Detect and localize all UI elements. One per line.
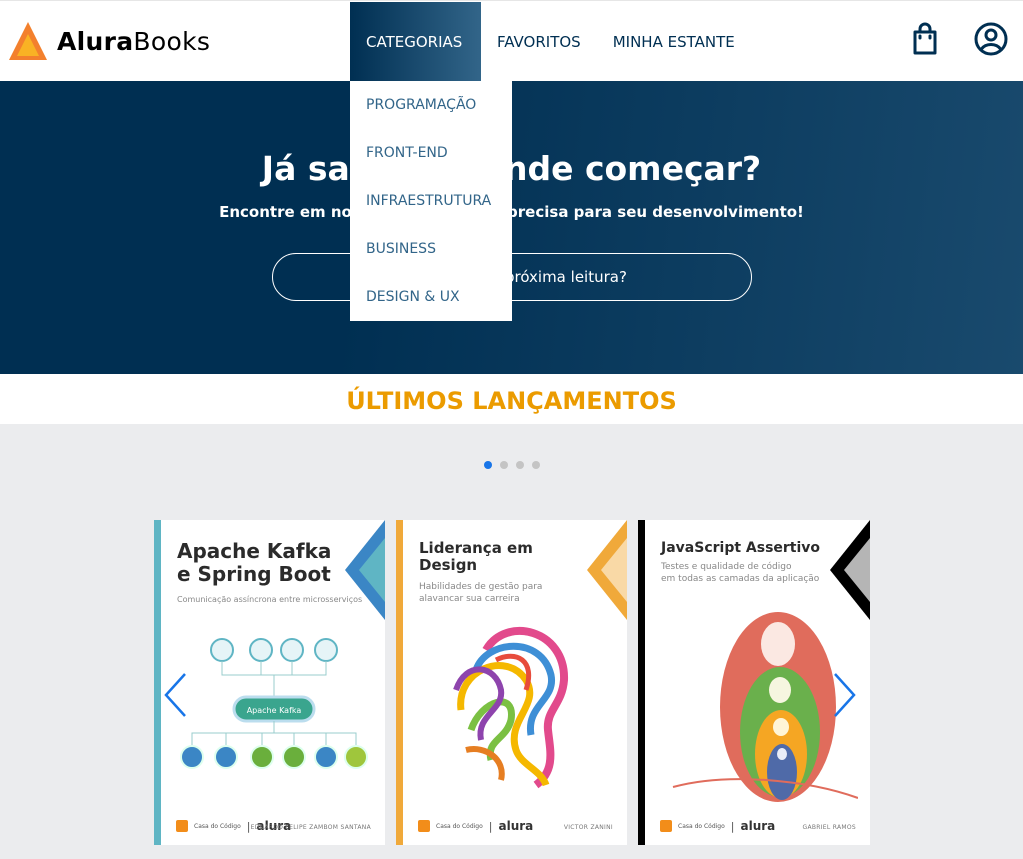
book-spine	[638, 520, 645, 845]
book-cover-diagram: Apache Kafka	[180, 638, 368, 769]
book-author: GABRIEL RAMOS	[802, 824, 856, 831]
main-nav: CATEGORIAS FAVORITOS MINHA ESTANTE	[350, 2, 751, 82]
header-icons	[907, 21, 1009, 57]
book-spine	[396, 520, 403, 845]
book-title: Liderança em Design	[419, 539, 533, 575]
dropdown-item-design-ux[interactable]: DESIGN & UX	[350, 273, 512, 321]
search-input[interactable]: Qual será sua próxima leitura?	[272, 253, 752, 301]
book-author: EDUARDO FELIPE ZAMBOM SANTANA	[250, 824, 371, 831]
dropdown-item-business[interactable]: BUSINESS	[350, 225, 512, 273]
dropdown-item-front-end[interactable]: FRONT-END	[350, 129, 512, 177]
carousel-dot[interactable]	[516, 461, 524, 469]
logo-text: AluraBooks	[57, 26, 211, 56]
book-corner-chevron	[587, 520, 627, 620]
book-title: Apache Kafka e Spring Boot	[177, 539, 332, 586]
book-subtitle: Testes e qualidade de código em todas as…	[661, 562, 820, 584]
book-cover-diagram-label: Apache Kafka	[247, 706, 302, 715]
logo-triangle-icon	[9, 22, 47, 60]
dropdown-item-programacao[interactable]: PROGRAMAÇÃO	[350, 81, 512, 129]
dropdown-item-infraestrutura[interactable]: INFRAESTRUTURA	[350, 177, 512, 225]
book-publisher: Casa do Código | alura	[660, 819, 775, 833]
book-publisher: Casa do Código | alura	[418, 819, 533, 833]
logo[interactable]: AluraBooks	[8, 21, 210, 61]
carousel-dots	[484, 461, 540, 469]
casa-do-codigo-logo-icon	[660, 820, 672, 832]
nav-categorias[interactable]: CATEGORIAS	[350, 2, 481, 82]
carousel-dot[interactable]	[484, 461, 492, 469]
shopping-bag-icon[interactable]	[907, 21, 943, 57]
categories-dropdown: PROGRAMAÇÃO FRONT-END INFRAESTRUTURA BUS…	[350, 81, 512, 321]
carousel-dot[interactable]	[500, 461, 508, 469]
book-cover-head-illustration	[453, 626, 569, 789]
book-title: JavaScript Assertivo	[661, 540, 821, 556]
carousel-prev-arrow-icon[interactable]	[160, 670, 190, 720]
carousel-dot[interactable]	[532, 461, 540, 469]
book-subtitle: Habilidades de gestão para alavancar sua…	[419, 582, 543, 604]
releases-title: ÚLTIMOS LANÇAMENTOS	[346, 387, 677, 415]
book-author: VICTOR ZANINI	[563, 824, 613, 831]
header: AluraBooks CATEGORIAS FAVORITOS MINHA ES…	[0, 0, 1023, 82]
casa-do-codigo-logo-icon	[418, 820, 430, 832]
releases-carousel: Apache Kafka e Spring Boot Comunicação a…	[0, 424, 1023, 859]
user-profile-icon[interactable]	[973, 21, 1009, 57]
carousel-next-arrow-icon[interactable]	[830, 670, 860, 720]
page: AluraBooks CATEGORIAS FAVORITOS MINHA ES…	[0, 0, 1023, 859]
nav-favoritos[interactable]: FAVORITOS	[481, 2, 597, 82]
book-card-lideranca-em-design[interactable]: Liderança em Design Habilidades de gestã…	[396, 520, 627, 845]
casa-do-codigo-logo-icon	[176, 820, 188, 832]
nav-minha-estante[interactable]: MINHA ESTANTE	[597, 2, 751, 82]
book-subtitle: Comunicação assíncrona entre microsservi…	[177, 595, 363, 604]
